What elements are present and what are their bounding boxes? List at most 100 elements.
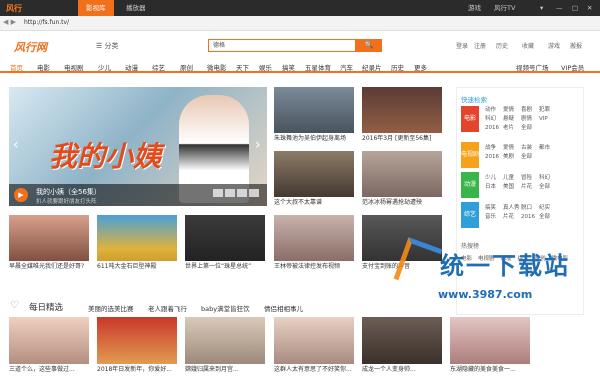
daily-tag[interactable]: 美丽的选美比赛 [88, 303, 134, 313]
filter-link[interactable]: 战争 [485, 144, 503, 153]
filter-link[interactable]: 2016 [521, 213, 539, 222]
filter-link[interactable]: 美剧 [503, 153, 521, 162]
report-link[interactable]: 搬报 [570, 41, 582, 50]
video-card[interactable]: 范冰冰杨幂遇抢劫遭殃 [362, 151, 442, 208]
url-field[interactable]: http://fs.fun.tv/ [24, 18, 244, 28]
play-icon[interactable]: ▶ [14, 188, 28, 202]
nav-original[interactable]: 原创 [180, 62, 193, 72]
video-card[interactable]: 世界上第一位“珠星总统” [185, 215, 265, 272]
nav-history[interactable]: 历史 [391, 62, 404, 72]
filter-link[interactable]: 片花 [503, 213, 521, 222]
nav-sports[interactable]: 五星体育 [305, 62, 331, 72]
video-card[interactable]: 这个大叔不太靠谱 [274, 151, 354, 208]
filter-link[interactable]: 日本 [485, 183, 503, 192]
category-menu[interactable]: ☰ 分类 [96, 41, 119, 51]
filter-link[interactable]: 悬疑 [503, 115, 521, 124]
carousel-prev-icon[interactable]: ‹ [13, 137, 19, 153]
nav-home[interactable]: 首页 [10, 62, 23, 72]
daily-tag[interactable]: 情侣相相事儿 [264, 303, 303, 313]
filter-link[interactable]: 剧情 [521, 115, 539, 124]
tab-video-library[interactable]: 影视库 [78, 0, 114, 16]
carousel-dot[interactable] [225, 189, 235, 197]
filter-link[interactable]: 全部 [539, 213, 557, 222]
filter-link[interactable]: 片花 [521, 183, 539, 192]
filter-link[interactable]: 喜剧 [521, 106, 539, 115]
filter-link[interactable]: 儿童 [503, 174, 521, 183]
carousel-dot[interactable] [213, 189, 223, 197]
carousel-next-icon[interactable]: › [255, 137, 261, 153]
nav-micro-film[interactable]: 微电影 [207, 62, 227, 72]
filter-link[interactable]: 音乐 [485, 213, 503, 222]
nav-cars[interactable]: 汽车 [340, 62, 353, 72]
site-logo[interactable]: 风行网 [14, 39, 47, 55]
filter-link[interactable]: 纪实 [539, 204, 557, 213]
nav-variety[interactable]: 综艺 [152, 62, 165, 72]
video-card[interactable]: 嫦娥归属来到月宫... [185, 317, 265, 375]
filter-link[interactable]: 美国 [503, 183, 521, 192]
back-icon[interactable]: ◀ ▶ [3, 18, 16, 26]
filter-link[interactable]: 爱情 [503, 144, 521, 153]
nav-video-plaza[interactable]: 视频号广场 [516, 62, 549, 72]
filter-link[interactable]: 全部 [539, 183, 557, 192]
favorites-link[interactable]: 收藏 [522, 41, 534, 50]
video-card[interactable]: 2016年3月 [更新至56集] [362, 87, 442, 144]
register-link[interactable]: 注册 [474, 41, 486, 50]
filter-link[interactable]: 2016 [485, 153, 503, 162]
fengxing-tv-link[interactable]: 风行TV [494, 0, 515, 16]
filter-link[interactable]: 爱情 [503, 106, 521, 115]
filter-link[interactable]: 动作 [485, 106, 503, 115]
hero-banner[interactable]: 我的小姨 ‹ › ▶ 我的小姨（全56集） 扒人就要跟好朋友打头阵 [9, 87, 267, 206]
video-card[interactable]: 611吨大金石巨型神殿 [97, 215, 177, 272]
filter-link[interactable]: 科幻 [539, 174, 557, 183]
category-block-variety[interactable]: 综艺 [461, 202, 479, 228]
search-input[interactable]: 德格 [208, 39, 356, 52]
video-card[interactable]: 东湖隐藏的美食美食一... [450, 317, 530, 375]
nav-documentary[interactable]: 纪录片 [362, 62, 382, 72]
search-button[interactable]: 🔍 [356, 39, 382, 52]
video-card[interactable]: 这群人太有意思了不好笑你... [274, 317, 354, 375]
filter-link[interactable]: 都市 [539, 144, 557, 153]
filter-link[interactable]: 科幻 [485, 115, 503, 124]
nav-funny[interactable]: 搞笑 [282, 62, 295, 72]
video-card[interactable]: 早晨全媒唯光我们还是好哥? [9, 215, 89, 272]
video-card[interactable]: 2018年日发新年，你爱好... [97, 317, 177, 375]
nav-kids[interactable]: 少儿 [98, 62, 111, 72]
nav-vip[interactable]: VIP会员 [561, 62, 584, 72]
nav-entertainment[interactable]: 娱乐 [259, 62, 272, 72]
category-block-movie[interactable]: 电影 [461, 106, 479, 132]
filter-link[interactable]: 犯罪 [539, 106, 557, 115]
daily-tag[interactable]: 老人跟着飞行 [148, 303, 187, 313]
game-header-link[interactable]: 游戏 [548, 41, 560, 50]
filter-link[interactable]: 脱口 [521, 204, 539, 213]
tab-player[interactable]: 播放器 [118, 0, 154, 16]
filter-link[interactable]: 全部 [521, 153, 539, 162]
video-card[interactable]: 王林帝被法律控发布视频 [274, 215, 354, 272]
category-block-anime[interactable]: 动漫 [461, 172, 479, 198]
history-link[interactable]: 历史 [496, 41, 508, 50]
daily-tag[interactable]: baby满堂皆狂饮 [201, 303, 250, 313]
dropdown-icon[interactable]: ▾ [540, 0, 543, 16]
carousel-dot[interactable] [237, 189, 247, 197]
filter-link[interactable]: 古装 [521, 144, 539, 153]
video-card[interactable]: 成龙一个人变身帅... [362, 317, 442, 375]
login-link[interactable]: 登录 [456, 41, 468, 50]
nav-tv[interactable]: 电视剧 [64, 62, 84, 72]
nav-movie[interactable]: 电影 [37, 62, 50, 72]
minimize-icon[interactable]: — [556, 0, 563, 16]
carousel-dot[interactable] [249, 189, 259, 197]
filter-link[interactable]: 搞笑 [485, 204, 503, 213]
close-icon[interactable]: ✕ [587, 0, 592, 16]
game-link[interactable]: 游戏 [468, 0, 481, 16]
filter-link[interactable]: 全部 [521, 124, 539, 133]
video-card[interactable]: 朱珠舞池为吴伯伊起身离场 [274, 87, 354, 144]
filter-link[interactable]: VIP [539, 115, 557, 124]
filter-link[interactable]: 2016 [485, 124, 503, 133]
filter-link[interactable]: 少儿 [485, 174, 503, 183]
category-block-tv[interactable]: 电视剧 [461, 142, 479, 168]
filter-link[interactable]: 真人秀 [503, 204, 521, 213]
nav-world[interactable]: 天下 [236, 62, 249, 72]
filter-link[interactable]: 老片 [503, 124, 521, 133]
video-card[interactable]: 三道个么，这些事做过... [9, 317, 89, 375]
nav-more[interactable]: 更多 [414, 62, 427, 72]
maximize-icon[interactable]: □ [572, 0, 578, 16]
